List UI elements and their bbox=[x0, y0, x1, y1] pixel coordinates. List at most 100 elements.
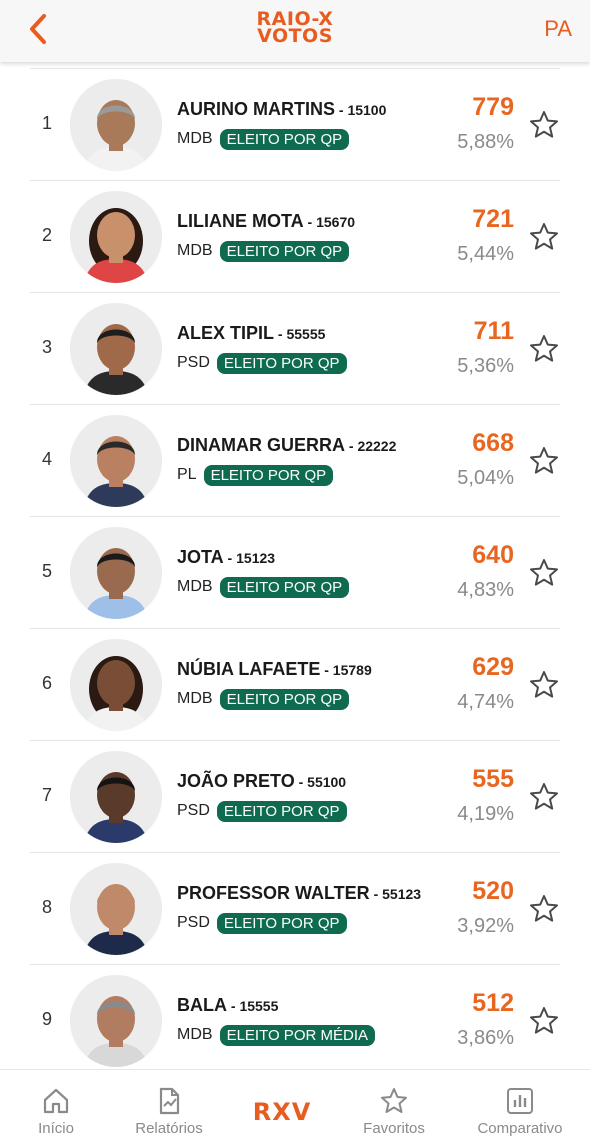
favorite-button[interactable] bbox=[528, 1005, 560, 1037]
vote-percent: 3,86% bbox=[457, 1027, 514, 1049]
candidate-name-line: BALA - 15555 bbox=[177, 995, 278, 1016]
vote-percent: 5,44% bbox=[457, 243, 514, 265]
avatar bbox=[70, 527, 162, 619]
party-line: MDB ELEITO POR QP bbox=[177, 688, 350, 710]
rank-number: 1 bbox=[42, 113, 53, 133]
vote-percent: 4,74% bbox=[457, 691, 514, 713]
nav-reports[interactable]: Relatórios bbox=[122, 1070, 216, 1147]
rank-number: 2 bbox=[42, 225, 53, 245]
candidate-row[interactable]: 1 AURINO MARTINS - 15100 MDB ELEITO POR QP 7… bbox=[30, 68, 560, 180]
party-label: MDB bbox=[177, 690, 213, 707]
rank-number: 7 bbox=[42, 785, 53, 805]
nav-home-label: Início bbox=[38, 1120, 74, 1137]
favorite-button[interactable] bbox=[528, 221, 560, 253]
favorite-button[interactable] bbox=[528, 109, 560, 141]
back-button[interactable] bbox=[24, 12, 56, 46]
app-logo: RAIO-X VOTOS bbox=[240, 10, 350, 51]
star-outline-icon bbox=[530, 671, 558, 698]
status-badge: ELEITO POR QP bbox=[219, 128, 350, 150]
candidate-row[interactable]: 4 DINAMAR GUERRA - 22222 PL ELEITO POR QP 66… bbox=[30, 404, 560, 516]
nav-reports-label: Relatórios bbox=[135, 1120, 203, 1137]
candidate-row[interactable]: 5 JOTA - 15123 MDB ELEITO POR QP 640 4,83% bbox=[30, 516, 560, 628]
star-outline-icon bbox=[530, 111, 558, 138]
status-badge: ELEITO POR QP bbox=[219, 576, 350, 598]
vote-percent: 4,83% bbox=[457, 579, 514, 601]
candidate-name-line: DINAMAR GUERRA - 22222 bbox=[177, 435, 396, 456]
candidate-number-separator: - bbox=[335, 102, 348, 118]
nav-rxv[interactable]: RXV bbox=[250, 1098, 314, 1126]
rank-number: 3 bbox=[42, 337, 53, 357]
candidate-row[interactable]: 7 JOÃO PRETO - 55100 PSD ELEITO POR QP 555 4,… bbox=[30, 740, 560, 852]
favorite-button[interactable] bbox=[528, 445, 560, 477]
status-badge: ELEITO POR QP bbox=[216, 912, 347, 934]
nav-favorites[interactable]: Favoritos bbox=[352, 1070, 436, 1147]
favorite-button[interactable] bbox=[528, 333, 560, 365]
party-label: PSD bbox=[177, 914, 210, 931]
star-outline-icon bbox=[530, 559, 558, 586]
candidate-number: 15670 bbox=[316, 214, 356, 230]
star-outline-icon bbox=[530, 783, 558, 810]
logo-line-2: VOTOS bbox=[257, 25, 333, 47]
status-badge: ELEITO POR QP bbox=[216, 800, 347, 822]
favorite-button[interactable] bbox=[528, 781, 560, 813]
candidate-photo bbox=[70, 975, 162, 1067]
state-selector[interactable]: PA bbox=[544, 14, 572, 44]
candidate-name-line: JOTA - 15123 bbox=[177, 547, 275, 568]
rank-number: 5 bbox=[42, 561, 53, 581]
avatar bbox=[70, 975, 162, 1067]
vote-count: 512 bbox=[472, 989, 514, 1017]
candidate-number: 22222 bbox=[357, 438, 397, 454]
star-outline-icon bbox=[530, 1007, 558, 1034]
star-outline-icon bbox=[530, 335, 558, 362]
candidate-photo bbox=[70, 415, 162, 507]
home-icon bbox=[43, 1088, 69, 1114]
candidate-number-separator: - bbox=[274, 326, 287, 342]
candidate-row[interactable]: 6 NÚBIA LAFAETE - 15789 MDB ELEITO POR QP 62… bbox=[30, 628, 560, 740]
nav-home[interactable]: Início bbox=[14, 1070, 98, 1147]
candidate-name: JOTA bbox=[177, 547, 224, 567]
candidate-name: LILIANE MOTA bbox=[177, 211, 304, 231]
candidate-name-line: JOÃO PRETO - 55100 bbox=[177, 771, 346, 792]
rank-number: 4 bbox=[42, 449, 53, 469]
candidate-number-separator: - bbox=[294, 774, 308, 790]
candidate-number-separator: - bbox=[223, 550, 237, 566]
candidate-number-separator: - bbox=[320, 662, 333, 678]
party-label: MDB bbox=[177, 242, 213, 259]
party-line: PL ELEITO POR QP bbox=[177, 464, 334, 486]
favorite-button[interactable] bbox=[528, 893, 560, 925]
avatar bbox=[70, 863, 162, 955]
candidate-row[interactable]: 9 BALA - 15555 MDB ELEITO POR MÉDIA 512 3,86% bbox=[30, 964, 560, 1076]
vote-percent: 3,92% bbox=[457, 915, 514, 937]
candidate-name-line: NÚBIA LAFAETE - 15789 bbox=[177, 659, 372, 680]
candidate-row[interactable]: 3 ALEX TIPIL - 55555 PSD ELEITO POR QP 711 5,… bbox=[30, 292, 560, 404]
party-line: MDB ELEITO POR MÉDIA bbox=[177, 1024, 375, 1046]
candidate-number-separator: - bbox=[345, 438, 358, 454]
candidate-row[interactable]: 2 LILIANE MOTA - 15670 MDB ELEITO POR QP 721… bbox=[30, 180, 560, 292]
vote-count: 640 bbox=[472, 541, 514, 569]
candidate-number: 55100 bbox=[307, 774, 347, 790]
candidate-number-separator: - bbox=[227, 998, 240, 1014]
vote-count: 629 bbox=[472, 653, 514, 681]
bottom-nav: Início Relatórios RXV Favoritos Comparat… bbox=[0, 1069, 590, 1147]
nav-compare-label: Comparativo bbox=[477, 1120, 563, 1137]
candidate-number: 15789 bbox=[332, 662, 372, 678]
nav-compare[interactable]: Comparativo bbox=[462, 1070, 578, 1147]
candidate-name: NÚBIA LAFAETE bbox=[177, 659, 321, 679]
candidate-photo bbox=[70, 191, 162, 283]
avatar bbox=[70, 303, 162, 395]
candidate-name: BALA bbox=[177, 995, 227, 1015]
candidate-row[interactable]: 8 PROFESSOR WALTER - 55123 PSD ELEITO POR Q… bbox=[30, 852, 560, 964]
vote-percent: 5,36% bbox=[457, 355, 514, 377]
candidate-photo bbox=[70, 639, 162, 731]
candidate-name: JOÃO PRETO bbox=[177, 771, 295, 791]
favorite-button[interactable] bbox=[528, 669, 560, 701]
vote-count: 711 bbox=[473, 317, 514, 345]
candidate-list: 1 AURINO MARTINS - 15100 MDB ELEITO POR QP 7… bbox=[30, 68, 560, 1076]
favorite-button[interactable] bbox=[528, 557, 560, 589]
vote-percent: 5,04% bbox=[457, 467, 514, 489]
party-label: PL bbox=[177, 466, 197, 483]
party-line: PSD ELEITO POR QP bbox=[177, 352, 347, 374]
vote-count: 668 bbox=[472, 429, 514, 457]
nav-favorites-label: Favoritos bbox=[363, 1120, 425, 1137]
candidate-name-line: PROFESSOR WALTER - 55123 bbox=[177, 883, 421, 904]
